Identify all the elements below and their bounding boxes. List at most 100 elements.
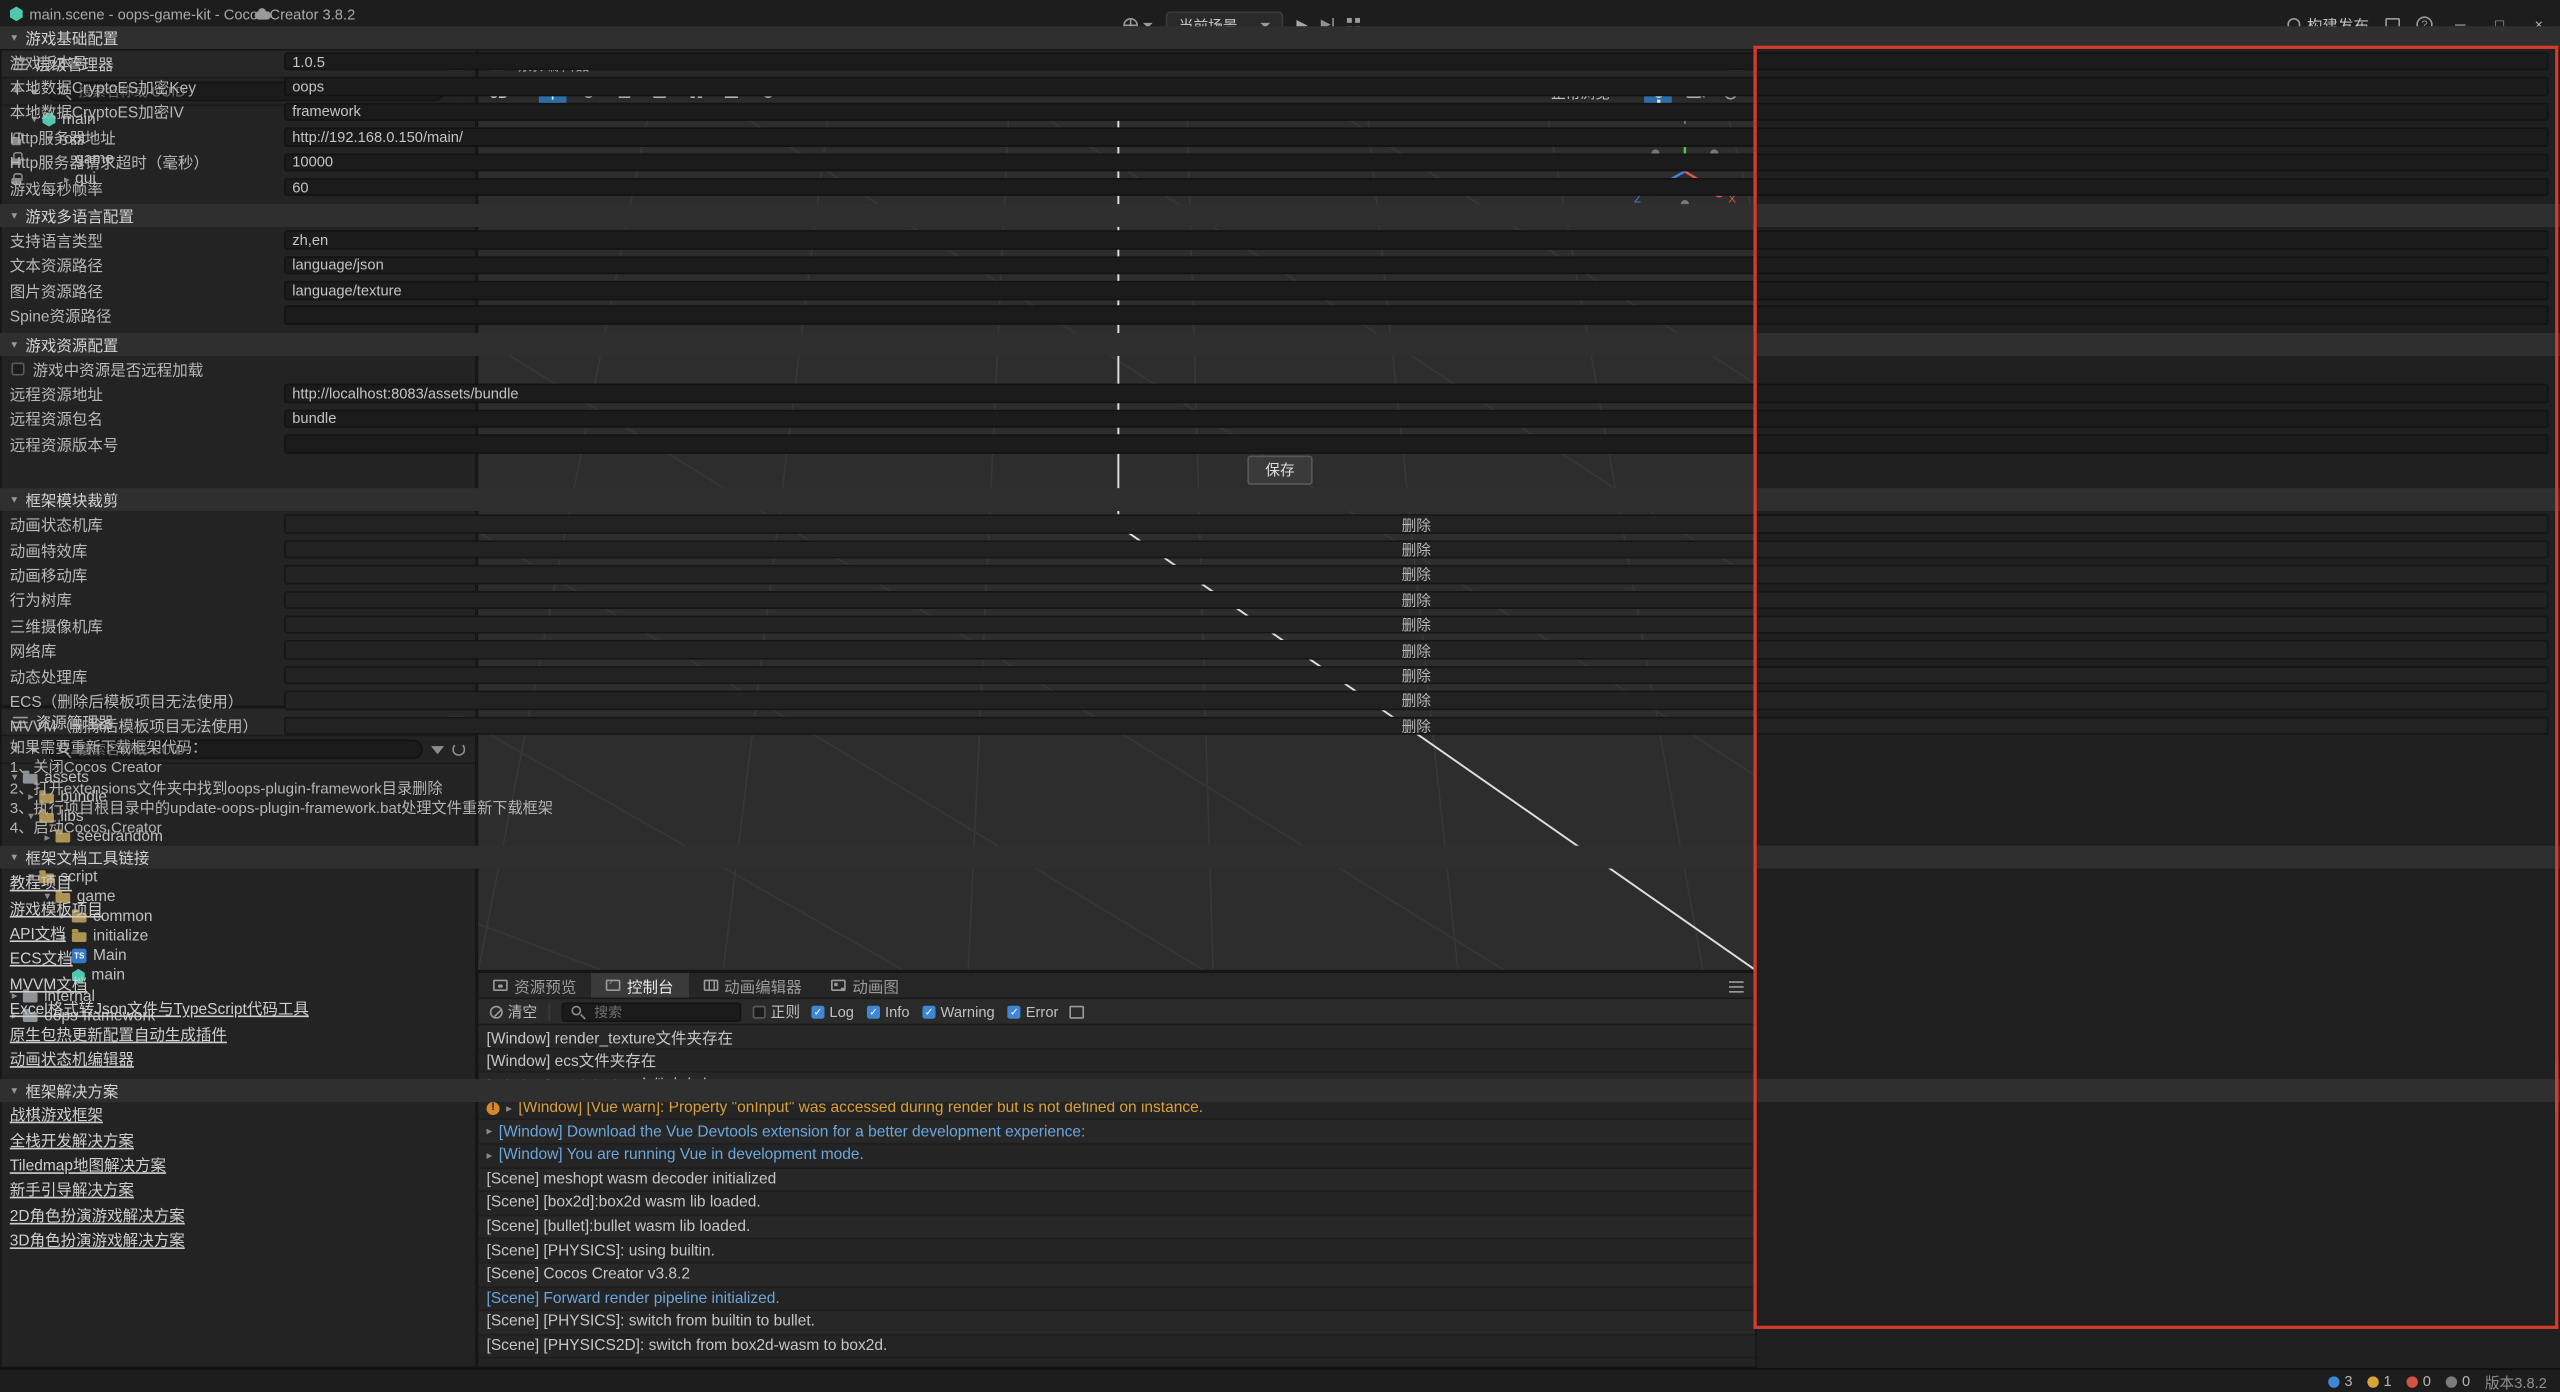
save-button[interactable]: 保存 [1247, 455, 1312, 484]
config-field: 远程资源地址 [0, 381, 2560, 406]
config-field: 支持语言类型 [0, 227, 2560, 252]
field-label: 远程资源版本号 [10, 432, 284, 455]
field-label: 支持语言类型 [10, 229, 284, 252]
doc-link[interactable]: ECS文档 [0, 945, 2560, 970]
module-row: 网络库 删除 [0, 637, 2560, 662]
message-count[interactable]: 3 [2328, 1373, 2353, 1389]
collapse-caret-icon [11, 210, 17, 223]
cocos-creator-window: main.scene - oops-game-kit - Cocos Creat… [0, 0, 2560, 1392]
version-label: 版本3.8.2 [2485, 1371, 2547, 1392]
doc-link[interactable]: Excel格式转Json文件与TypeScript代码工具 [0, 995, 2560, 1020]
module-label: 动画移动库 [10, 563, 284, 586]
section-header-docs[interactable]: 框架文档工具链接 [0, 846, 2560, 869]
field-label: Http服务器请求超时（毫秒） [10, 151, 284, 174]
module-label: MVVM（删除后模板项目无法使用） [10, 714, 284, 737]
delete-button[interactable]: 删除 [284, 615, 2548, 634]
section-header-i18n[interactable]: 游戏多语言配置 [0, 205, 2560, 228]
field-input[interactable] [284, 434, 2548, 453]
field-input[interactable] [284, 102, 2548, 121]
field-input[interactable] [284, 153, 2548, 172]
message-icon [2328, 1376, 2339, 1387]
module-rows: 动画状态机库 删除 动画特效库 删除 动画移动库 删除 行为树库 [0, 512, 2560, 738]
field-input[interactable] [284, 384, 2548, 403]
collapse-caret-icon [11, 494, 17, 507]
task-icon [2446, 1376, 2457, 1387]
solution-link[interactable]: 战棋游戏框架 [0, 1101, 2560, 1126]
error-icon [2406, 1376, 2417, 1387]
field-input[interactable] [284, 306, 2548, 325]
module-label: 网络库 [10, 639, 284, 662]
delete-button[interactable]: 删除 [284, 590, 2548, 609]
field-label: Spine资源路径 [10, 304, 284, 327]
delete-button[interactable]: 删除 [284, 565, 2548, 584]
resource-fields: 远程资源地址 远程资源包名 远程资源版本号 [0, 381, 2560, 456]
checkbox-icon [11, 362, 24, 375]
module-label: 动态处理库 [10, 664, 284, 687]
solution-link[interactable]: 全栈开发解决方案 [0, 1127, 2560, 1152]
warning-icon [2367, 1376, 2378, 1387]
i18n-fields: 支持语言类型 文本资源路径 图片资源路径 Spine资源路径 [0, 227, 2560, 328]
doc-link[interactable]: API文档 [0, 920, 2560, 945]
config-field: 本地数据CryptoES加密IV [0, 99, 2560, 124]
module-label: 动画特效库 [10, 538, 284, 561]
config-field: 游戏每秒帧率 [0, 175, 2560, 200]
field-label: 本地数据CryptoES加密IV [10, 100, 284, 123]
field-label: Http服务器地址 [10, 125, 284, 148]
module-label: 行为树库 [10, 588, 284, 611]
field-input[interactable] [284, 77, 2548, 96]
field-input[interactable] [284, 281, 2548, 300]
solution-link[interactable]: 新手引导解决方案 [0, 1177, 2560, 1202]
basic-fields: 游戏版本号 本地数据CryptoES加密Key 本地数据CryptoES加密IV [0, 49, 2560, 200]
doc-link[interactable]: 教程项目 [0, 869, 2560, 894]
field-input[interactable] [284, 128, 2548, 147]
module-row: 动态处理库 删除 [0, 663, 2560, 688]
field-input[interactable] [284, 231, 2548, 250]
section-header-basic[interactable]: 游戏基础配置 [0, 26, 2560, 49]
remote-load-toggle[interactable]: 游戏中资源是否远程加载 [0, 356, 2560, 381]
doc-link[interactable]: MVVM文档 [0, 970, 2560, 995]
delete-button[interactable]: 删除 [284, 540, 2548, 559]
field-label: 远程资源包名 [10, 407, 284, 430]
collapse-caret-icon [11, 851, 17, 864]
doc-link[interactable]: 游戏模板项目 [0, 894, 2560, 919]
redownload-note: 3、执行项目根目录中的update-oops-plugin-framework.… [0, 798, 2560, 818]
module-row: 动画特效库 删除 [0, 537, 2560, 562]
delete-button[interactable]: 删除 [284, 666, 2548, 685]
delete-button[interactable]: 删除 [284, 641, 2548, 660]
solution-link[interactable]: Tiledmap地图解决方案 [0, 1152, 2560, 1177]
field-input[interactable] [284, 52, 2548, 71]
field-input[interactable] [284, 256, 2548, 275]
section-header-modules[interactable]: 框架模块裁剪 [0, 489, 2560, 512]
module-row: 行为树库 删除 [0, 587, 2560, 612]
config-field: Http服务器地址 [0, 124, 2560, 149]
config-field: Spine资源路径 [0, 303, 2560, 328]
module-label: 动画状态机库 [10, 513, 284, 536]
collapse-caret-icon [11, 31, 17, 44]
warning-count[interactable]: 1 [2367, 1373, 2392, 1389]
scrollbar-thumb[interactable] [2554, 1061, 2558, 1113]
delete-button[interactable]: 删除 [284, 515, 2548, 534]
solution-link[interactable]: 2D角色扮演游戏解决方案 [0, 1202, 2560, 1227]
field-label: 图片资源路径 [10, 279, 284, 302]
module-row: 三维摄像机库 删除 [0, 612, 2560, 637]
doc-link[interactable]: 原生包热更新配置自动生成插件 [0, 1020, 2560, 1045]
redownload-note: 1、关闭Cocos Creator [0, 758, 2560, 778]
field-input[interactable] [284, 409, 2548, 428]
statusbar: 3 1 0 0 版本3.8.2 [0, 1368, 2560, 1392]
doc-link[interactable]: 动画状态机编辑器 [0, 1045, 2560, 1070]
delete-button[interactable]: 删除 [284, 716, 2548, 735]
section-header-resources[interactable]: 游戏资源配置 [0, 333, 2560, 356]
error-count[interactable]: 0 [2406, 1373, 2431, 1389]
field-input[interactable] [284, 178, 2548, 197]
task-count[interactable]: 0 [2446, 1373, 2471, 1389]
framework-config-content: 游戏基础配置 游戏版本号 本地数据CryptoES加密Key 本地数据 [0, 26, 2560, 1392]
collapse-caret-icon [11, 1083, 17, 1096]
collapse-caret-icon [11, 338, 17, 351]
solution-link[interactable]: 3D角色扮演游戏解决方案 [0, 1227, 2560, 1252]
section-header-solutions[interactable]: 框架解决方案 [0, 1079, 2560, 1102]
delete-button[interactable]: 删除 [284, 691, 2548, 710]
inspector-panel: 属性检查器 构建发布 服务 框架配置 [0, 0, 803, 1319]
redownload-note-title: 如果需要重新下载框架代码： [0, 738, 2560, 758]
module-row: MVVM（删除后模板项目无法使用） 删除 [0, 713, 2560, 738]
field-label: 游戏每秒帧率 [10, 176, 284, 199]
